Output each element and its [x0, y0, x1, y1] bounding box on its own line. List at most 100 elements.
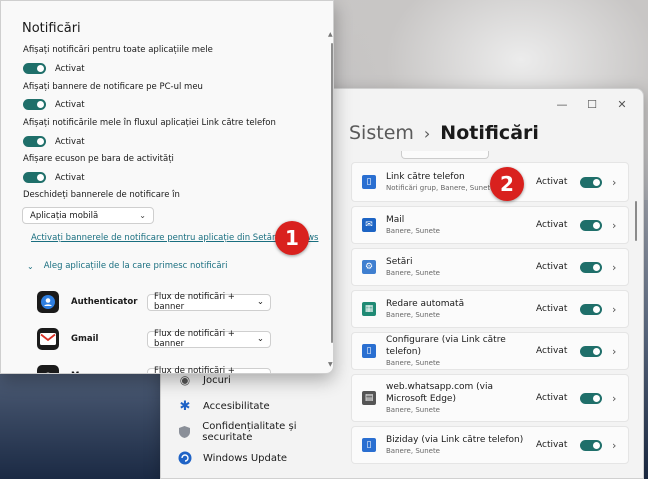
sidebar-item-windows-update[interactable]: Windows Update — [173, 445, 343, 471]
page-title: Notificări — [440, 122, 539, 144]
option-label: Afișare ecuson pe bara de activități — [23, 154, 174, 164]
panel-title: Notificări — [22, 21, 81, 36]
chevron-right-icon[interactable]: › — [612, 439, 620, 452]
window-controls: — ☐ ✕ — [547, 93, 637, 115]
app-subtitle: Banere, Sunete — [386, 359, 440, 367]
toggle-state-label: Activat — [536, 440, 568, 450]
close-button[interactable]: ✕ — [607, 93, 637, 115]
app-toggle[interactable] — [580, 219, 602, 231]
chevron-down-icon: ⌄ — [256, 334, 264, 344]
chevron-down-icon: ⌄ — [257, 371, 264, 373]
option-toggle-all-apps[interactable]: Activat — [23, 63, 85, 74]
toggle-switch[interactable] — [23, 63, 46, 74]
option-toggle-badge[interactable]: Activat — [23, 172, 85, 183]
chevron-right-icon[interactable]: › — [612, 219, 620, 232]
sidebar-item-privacy[interactable]: Confidențialitate și securitate — [173, 419, 343, 445]
settings-icon: ⚙ — [362, 260, 376, 274]
app-subtitle: Banere, Sunete — [386, 269, 440, 277]
choose-apps-section-toggle[interactable]: ⌄ Aleg aplicațiile de la care primesc no… — [27, 261, 227, 271]
phone-link-icon: ▯ — [362, 438, 376, 452]
scrollbar[interactable] — [635, 201, 637, 241]
app-entry-authenticator: Authenticator Flux de notificări + banne… — [37, 291, 271, 313]
app-toggle[interactable] — [580, 303, 602, 315]
sidebar-item-label: Jocuri — [203, 374, 231, 386]
notification-mode-dropdown[interactable]: Flux de notificări + banner ⌄ — [147, 366, 271, 374]
app-row-mail[interactable]: ✉ Mail Banere, Sunete Activat › — [351, 206, 629, 244]
shield-icon — [177, 424, 192, 440]
document-icon: ▤ — [362, 391, 376, 405]
app-entry-gmail: Gmail Flux de notificări + banner ⌄ — [37, 328, 271, 350]
app-toggle[interactable] — [580, 261, 602, 273]
gmail-icon — [37, 328, 59, 350]
scrollbar[interactable] — [331, 43, 333, 343]
app-icon: ◐ — [37, 365, 59, 373]
app-name: Setări — [386, 257, 413, 267]
option-label: Afișați notificările mele în fluxul apli… — [23, 118, 276, 128]
option-toggle-feed[interactable]: Activat — [23, 136, 85, 147]
toggle-switch[interactable] — [23, 172, 46, 183]
chevron-down-icon: ⌄ — [256, 297, 264, 307]
gamepad-icon: ◉ — [179, 373, 191, 387]
app-entry-partial: ◐ M Flux de notificări + banner ⌄ — [37, 365, 271, 374]
app-row-whatsapp-web[interactable]: ▤ web.whatsapp.com (via Microsoft Edge) … — [351, 374, 629, 422]
app-toggle[interactable] — [580, 439, 602, 451]
option-toggle-banners[interactable]: Activat — [23, 99, 85, 110]
maximize-button[interactable]: ☐ — [577, 93, 607, 115]
dropdown-value: Flux de notificări + banner — [154, 292, 235, 312]
chevron-down-icon: ⌄ — [139, 211, 146, 220]
chevron-right-icon[interactable]: › — [612, 261, 620, 274]
toggle-state-label: Activat — [536, 393, 568, 403]
breadcrumb-parent[interactable]: Sistem — [349, 122, 414, 144]
scroll-down-icon[interactable]: ▼ — [328, 361, 333, 368]
dropdown-value: Flux de notificări + banner — [154, 366, 235, 374]
chevron-down-icon: ⌄ — [27, 261, 34, 271]
app-toggle[interactable] — [580, 392, 602, 404]
sidebar: ◉ Jocuri ✱ Accesibilitate Confidențialit… — [173, 367, 343, 471]
app-row-autoplay[interactable]: ▦ Redare automată Banere, Sunete Activat… — [351, 290, 629, 328]
app-name: Authenticator — [71, 297, 138, 307]
app-name: M — [71, 371, 147, 373]
toggle-state-label: Activat — [536, 304, 568, 314]
app-name: Biziday (via Link către telefon) — [386, 435, 524, 445]
app-row-biziday[interactable]: ▯ Biziday (via Link către telefon) Baner… — [351, 426, 629, 464]
toggle-switch[interactable] — [23, 99, 46, 110]
chevron-right-icon[interactable]: › — [612, 345, 620, 358]
scroll-up-icon[interactable]: ▲ — [328, 31, 333, 38]
sidebar-item-label: Confidențialitate și securitate — [202, 421, 297, 443]
autoplay-icon: ▦ — [362, 302, 376, 316]
toggle-state-label: Activat — [55, 63, 85, 74]
app-notification-list: ▯ Link către telefon Notificări grup, Ba… — [351, 162, 629, 468]
app-toggle[interactable] — [580, 176, 602, 188]
chevron-right-icon[interactable]: › — [612, 303, 620, 316]
app-row-settings[interactable]: ⚙ Setări Banere, Sunete Activat › — [351, 248, 629, 286]
section-label: Aleg aplicațiile de la care primesc noti… — [43, 261, 228, 271]
option-label: Afișați notificări pentru toate aplicați… — [23, 45, 213, 55]
minimize-button[interactable]: — — [547, 93, 577, 115]
chevron-right-icon[interactable]: › — [612, 176, 620, 189]
notification-mode-dropdown[interactable]: Flux de notificări + banner ⌄ — [147, 292, 271, 312]
app-subtitle: Banere, Sunete — [386, 406, 440, 414]
chevron-right-icon[interactable]: › — [612, 392, 620, 405]
app-name: Gmail — [71, 334, 99, 344]
app-name: Configurare (via Link către telefon) — [386, 335, 506, 357]
toggle-state-label: Activat — [536, 346, 568, 356]
authenticator-icon — [37, 291, 59, 313]
sidebar-item-accessibility[interactable]: ✱ Accesibilitate — [173, 393, 343, 419]
banner-open-dropdown[interactable]: Aplicația mobilă ⌄ — [22, 207, 154, 224]
accessibility-icon: ✱ — [179, 398, 191, 414]
app-subtitle: Banere, Sunete — [386, 227, 440, 235]
chevron-right-icon: › — [423, 123, 431, 143]
notifications-panel: Notificări Afișați notificări pentru toa… — [0, 0, 334, 374]
toggle-switch[interactable] — [23, 136, 46, 147]
option-label: Afișați bannere de notificare pe PC-ul m… — [23, 82, 203, 92]
mail-icon: ✉ — [362, 218, 376, 232]
app-row-configuration[interactable]: ▯ Configurare (via Link către telefon) B… — [351, 332, 629, 370]
sidebar-item-label: Accesibilitate — [203, 400, 270, 412]
toggle-state-label: Activat — [55, 136, 85, 147]
app-subtitle: Banere, Sunete — [386, 311, 440, 319]
notification-mode-dropdown[interactable]: Flux de notificări + banner ⌄ — [147, 329, 271, 349]
app-toggle[interactable] — [580, 345, 602, 357]
sidebar-item-label: Windows Update — [203, 452, 288, 464]
collapsed-section-edge — [401, 151, 489, 159]
app-subtitle: Banere, Sunete — [386, 447, 440, 455]
